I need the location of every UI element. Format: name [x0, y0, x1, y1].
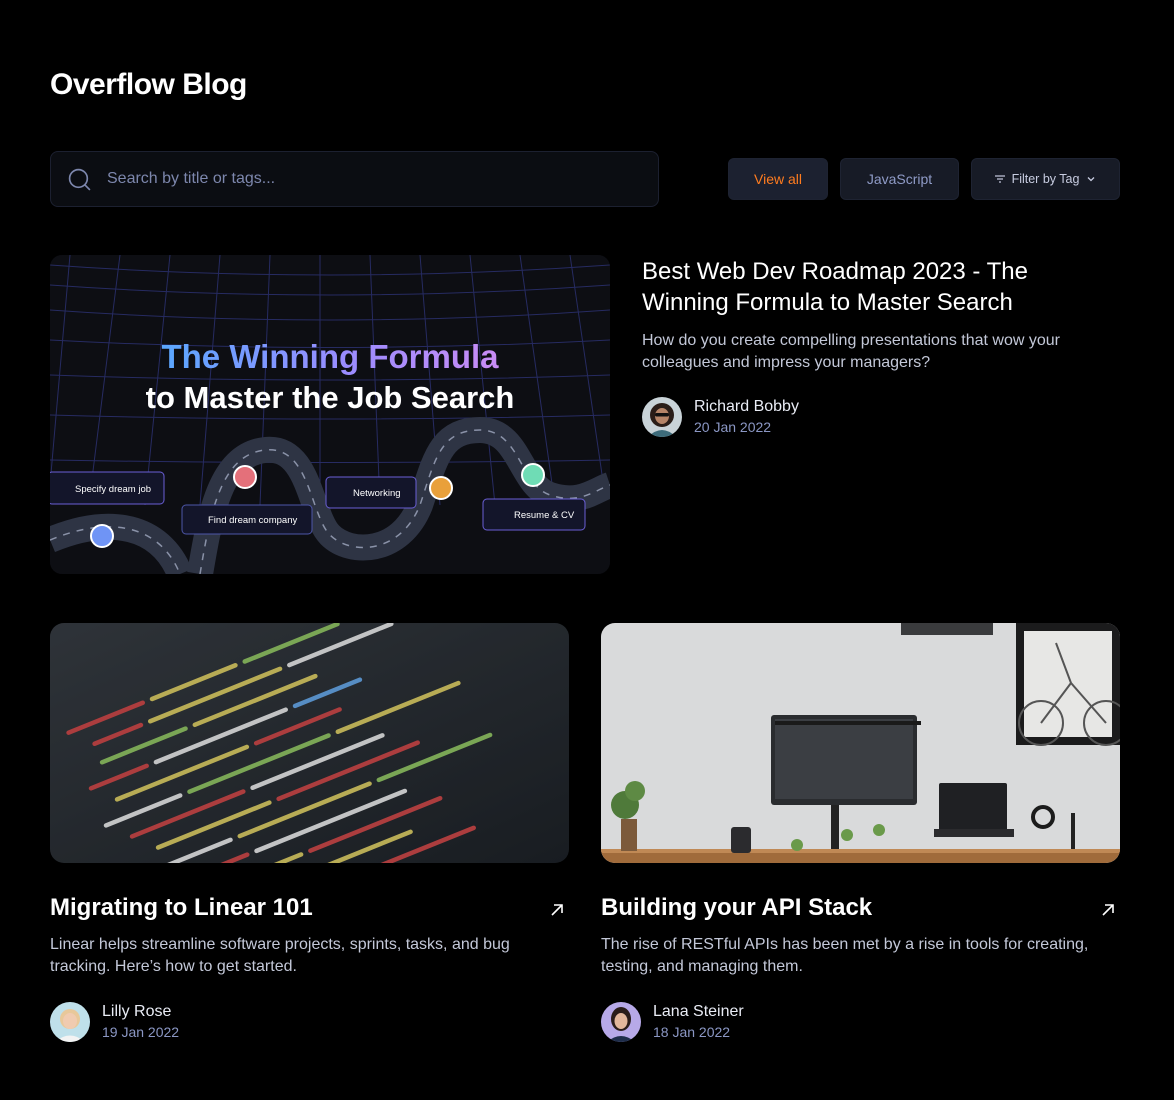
search-icon [68, 168, 91, 191]
post-title[interactable]: Migrating to Linear 101 [50, 894, 313, 922]
avatar [601, 1002, 641, 1042]
post-author[interactable]: Lilly Rose 19 Jan 2022 [50, 1002, 179, 1042]
featured-post-description: How do you create compelling presentatio… [642, 332, 1060, 371]
featured-post-author[interactable]: Richard Bobby 20 Jan 2022 [642, 397, 799, 437]
arrow-up-right-icon[interactable] [549, 902, 565, 918]
roadmap-step-4: Resume & CV [514, 510, 575, 521]
avatar [50, 1002, 90, 1042]
roadmap-step-3: Networking [353, 488, 401, 499]
featured-image-headline-1: The Winning Formula [161, 338, 499, 375]
author-name: Lana Steiner [653, 1003, 744, 1020]
post-image-desk[interactable] [601, 623, 1120, 863]
post-date: 20 Jan 2022 [694, 419, 772, 435]
featured-post-image[interactable]: The Winning Formula to Master the Job Se… [50, 255, 610, 574]
search-input[interactable] [107, 170, 607, 188]
arrow-up-right-icon[interactable] [1100, 902, 1116, 918]
filter-by-tag-label: Filter by Tag [1011, 172, 1080, 186]
post-date: 18 Jan 2022 [653, 1024, 731, 1040]
search-bar[interactable] [50, 151, 659, 207]
post-author[interactable]: Lana Steiner 18 Jan 2022 [601, 1002, 744, 1042]
author-name: Richard Bobby [694, 398, 799, 415]
post-description: The rise of RESTful APIs has been met by… [601, 936, 1089, 975]
roadmap-step-2: Find dream company [208, 515, 297, 526]
view-all-button[interactable]: View all [728, 158, 828, 200]
avatar [642, 397, 682, 437]
filter-icon [994, 175, 1005, 183]
page-title: Overflow Blog [50, 68, 247, 101]
featured-post-title[interactable]: Best Web Dev Roadmap 2023 - The Winning … [642, 256, 1082, 318]
post-title[interactable]: Building your API Stack [601, 894, 872, 922]
post-description: Linear helps streamline software project… [50, 936, 510, 975]
post-date: 19 Jan 2022 [102, 1024, 180, 1040]
roadmap-illustration: The Winning Formula to Master the Job Se… [50, 255, 610, 574]
filter-by-tag-dropdown[interactable]: Filter by Tag [971, 158, 1120, 200]
author-name: Lilly Rose [102, 1003, 172, 1020]
roadmap-step-1: Specify dream job [75, 484, 151, 495]
chevron-down-icon [1087, 177, 1095, 182]
featured-image-headline-2: to Master the Job Search [146, 380, 515, 415]
post-image-code[interactable] [50, 623, 569, 863]
javascript-tag-button[interactable]: JavaScript [840, 158, 959, 200]
